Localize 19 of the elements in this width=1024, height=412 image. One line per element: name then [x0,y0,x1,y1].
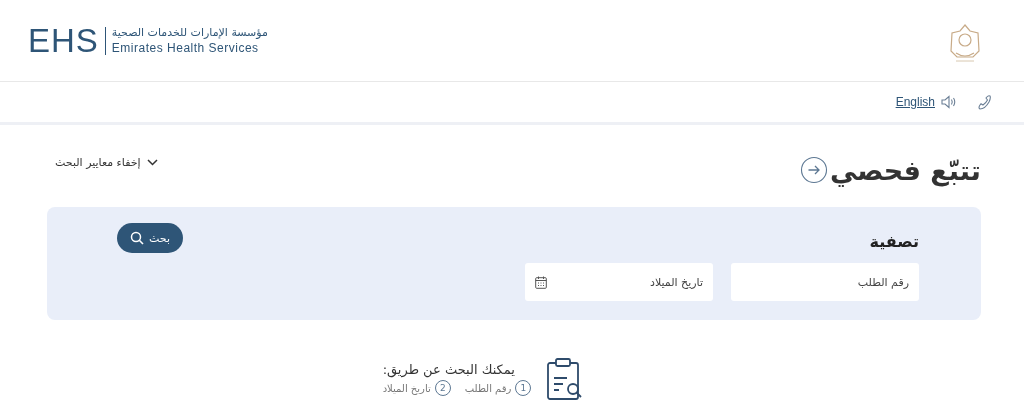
org-name: Emirates Health Services [111,41,260,55]
chevron-down-icon [146,158,158,166]
logo-mark: EHS [28,24,99,57]
search-button[interactable]: بحث [117,223,183,253]
language-link[interactable]: English [895,95,935,109]
search-icon [130,231,144,245]
hint-title: يمكنك البحث عن طريق: [382,362,515,377]
hide-criteria-toggle[interactable]: إخفاء معايير البحث [47,155,158,185]
calendar-icon [535,276,547,289]
phone-icon[interactable] [977,94,992,110]
emblem-icon [948,22,982,63]
option-label: رقم الطلب [464,382,512,394]
speaker-icon[interactable] [941,95,957,109]
input-field[interactable]: رقم الطلب [731,263,919,301]
page-title: تتبّع فحصي [829,154,981,186]
filter-title: تصفية [869,231,919,251]
option-label: تاريخ الميلاد [382,382,431,394]
input-field[interactable]: تاريخ الميلاد [525,263,713,301]
org-name: مؤسسة الإمارات للخدمات الصحية [111,26,268,39]
